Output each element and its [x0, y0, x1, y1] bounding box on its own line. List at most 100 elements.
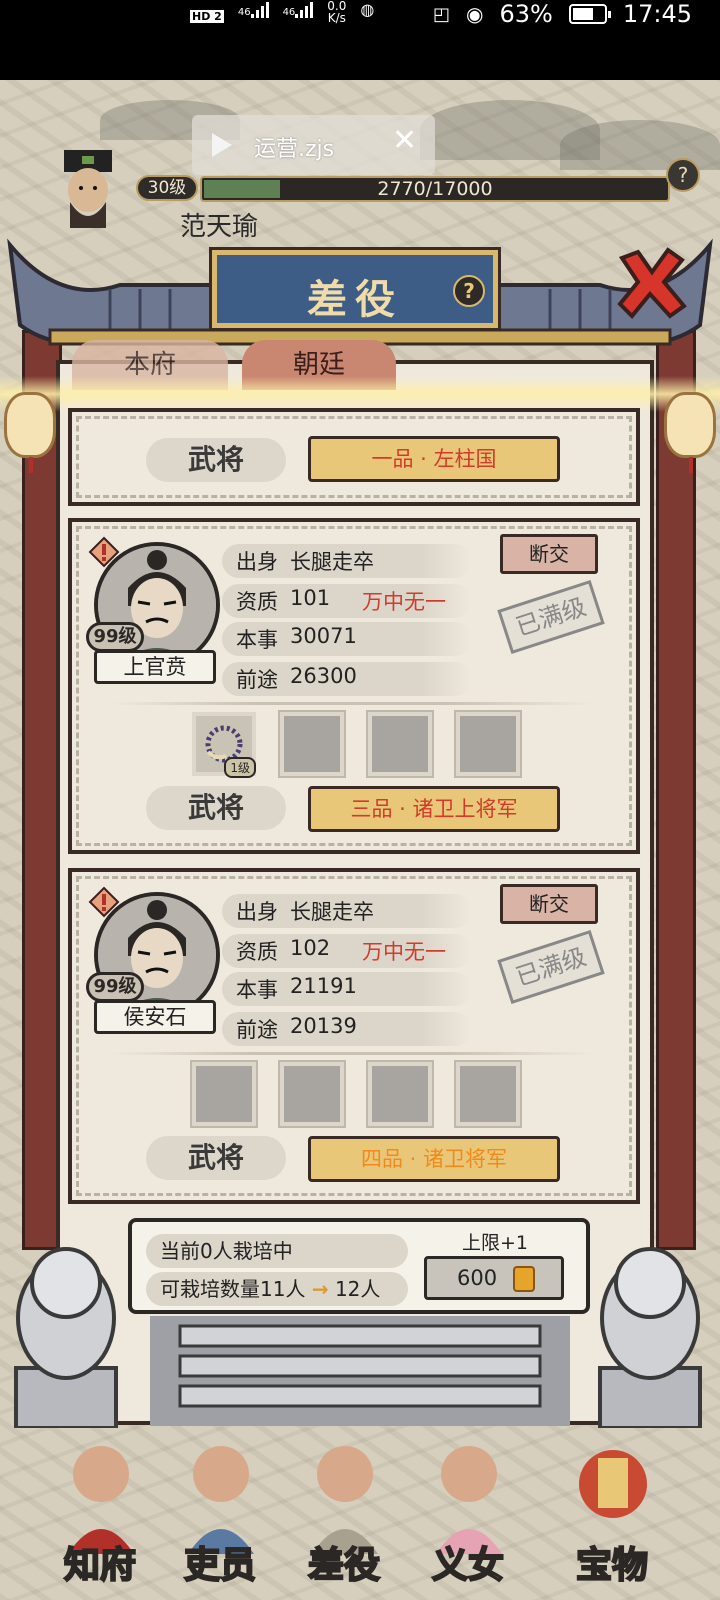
- stat-skill: 本事 21191: [222, 972, 472, 1006]
- game-screen: HD 2 46 46 0.0 K/s ◍ ◰ ◉ 63% 17:45 30级 2…: [0, 0, 720, 1600]
- stat-origin: 出身 长腿走卒: [222, 544, 472, 578]
- bottom-nav: 知府 吏员 差役 义女 宝物: [0, 1420, 720, 1600]
- net-label-2: 46: [282, 7, 296, 18]
- official-name: 侯安石: [94, 1000, 216, 1034]
- rank-button[interactable]: 四品 · 诸卫将军: [308, 1136, 560, 1182]
- warning-icon[interactable]: [88, 536, 120, 568]
- equipment-slot-empty[interactable]: [456, 1062, 520, 1126]
- upgrade-cost: 600: [457, 1266, 498, 1290]
- break-ties-button[interactable]: 断交: [500, 534, 598, 574]
- app-notification-icon: ◍: [360, 0, 375, 19]
- nav-label: 差役: [307, 1543, 381, 1587]
- nav-magistrate[interactable]: 知府: [30, 1420, 170, 1600]
- divider: [112, 1052, 592, 1055]
- talent-tag: 万中无一: [362, 940, 446, 964]
- stat-skill-key: 本事: [236, 628, 278, 652]
- equipment-slot-empty[interactable]: [456, 712, 520, 776]
- nav-treasures[interactable]: 宝物: [542, 1420, 682, 1600]
- equipment-slot-empty[interactable]: [280, 1062, 344, 1126]
- rank-button[interactable]: 一品 · 左柱国: [308, 436, 560, 482]
- divider: [112, 702, 592, 705]
- video-overlay-chip[interactable]: 运营.zjs ✕: [192, 115, 435, 175]
- right-lantern: [664, 392, 716, 473]
- item-level: 1级: [224, 757, 256, 778]
- official-card: 99级 侯安石 出身 长腿走卒 资质 102 万中无一 本事 21191 前途 …: [68, 868, 640, 1204]
- nav-clerks[interactable]: 吏员: [150, 1420, 290, 1600]
- nav-label: 吏员: [183, 1543, 257, 1587]
- player-level: 30级: [136, 175, 198, 201]
- stat-prospect-value: 26300: [290, 664, 357, 688]
- official-card: 99级 上官贲 出身 长腿走卒 资质 101 万中无一 本事 30071 前途 …: [68, 518, 640, 854]
- tab-glow: [0, 376, 720, 412]
- capacity-upgrade-label: 上限+1: [462, 1232, 529, 1254]
- close-panel-icon[interactable]: [614, 246, 688, 320]
- warning-icon[interactable]: [88, 886, 120, 918]
- capacity-next: 12人: [334, 1277, 381, 1301]
- level-badge: 99级: [86, 972, 144, 1002]
- nav-label: 宝物: [575, 1543, 649, 1587]
- stat-talent-key: 资质: [236, 590, 278, 614]
- capacity-upgrade-button[interactable]: 600: [424, 1256, 564, 1300]
- arrow-right-icon: →: [311, 1277, 329, 1301]
- panel-title: 差役: [307, 276, 403, 323]
- equipment-slot-filled[interactable]: 1级: [192, 712, 256, 778]
- break-ties-button[interactable]: 断交: [500, 884, 598, 924]
- stone-lion-left: [14, 1247, 118, 1428]
- equipment-slot-empty[interactable]: [368, 712, 432, 776]
- max-level-stamp: 已满级: [497, 929, 605, 1005]
- xp-text: 2770/17000: [377, 178, 493, 200]
- role-label: 武将: [146, 786, 286, 830]
- battery-percent: 63%: [499, 0, 553, 28]
- nav-adopted-daughter[interactable]: 义女: [398, 1420, 538, 1600]
- stat-skill-value: 21191: [290, 974, 357, 998]
- stat-origin-key: 出身: [236, 550, 278, 574]
- stone-stairs: [150, 1316, 570, 1426]
- stat-skill-value: 30071: [290, 624, 357, 648]
- stat-talent-value: 102: [290, 936, 331, 960]
- panel-help-icon[interactable]: ?: [453, 275, 485, 307]
- level-badge: 99级: [86, 622, 144, 652]
- token-icon: [513, 1266, 535, 1292]
- stat-origin-value: 长腿走卒: [290, 900, 374, 924]
- signal-1-icon: 46: [238, 0, 269, 18]
- left-lantern: [4, 392, 56, 473]
- nav-servants[interactable]: 差役: [274, 1420, 414, 1600]
- stat-talent-key: 资质: [236, 940, 278, 964]
- question-icon[interactable]: ?: [666, 158, 700, 192]
- rank-button[interactable]: 三品 · 诸卫上将军: [308, 786, 560, 832]
- role-label: 武将: [146, 438, 286, 482]
- status-left: HD 2 46 46 0.0 K/s ◍: [190, 0, 374, 24]
- status-right: ◰ ◉ 63% 17:45: [433, 0, 692, 28]
- equipment-slot-empty[interactable]: [192, 1062, 256, 1126]
- stat-origin-value: 长腿走卒: [290, 550, 374, 574]
- stat-prospect: 前途 20139: [222, 1012, 472, 1046]
- stat-skill-key: 本事: [236, 978, 278, 1002]
- stat-prospect-value: 20139: [290, 1014, 357, 1038]
- nav-label: 知府: [63, 1543, 137, 1587]
- stat-prospect: 前途 26300: [222, 662, 472, 696]
- equipment-slot-empty[interactable]: [368, 1062, 432, 1126]
- clock: 17:45: [622, 0, 692, 28]
- stat-talent-value: 101: [290, 586, 331, 610]
- stone-lion-right: [598, 1247, 702, 1428]
- equipment-slot-empty[interactable]: [280, 712, 344, 776]
- video-close-icon[interactable]: ✕: [392, 123, 417, 159]
- play-icon[interactable]: [212, 133, 232, 157]
- net-speed: 0.0 K/s: [327, 0, 346, 24]
- official-name: 上官贲: [94, 650, 216, 684]
- official-card-partial: 武将 一品 · 左柱国: [68, 408, 640, 506]
- eye-comfort-icon: ◉: [466, 2, 484, 26]
- video-label: 运营.zjs: [254, 137, 335, 162]
- net-label-1: 46: [237, 7, 251, 18]
- nav-label: 义女: [431, 1543, 505, 1587]
- current-cultivating: 当前0人栽培中: [146, 1234, 408, 1268]
- stat-origin-key: 出身: [236, 900, 278, 924]
- status-bar: HD 2 46 46 0.0 K/s ◍ ◰ ◉ 63% 17:45: [0, 0, 720, 80]
- capacity-current: 可栽培数量11人: [160, 1277, 306, 1301]
- stat-talent: 资质 102 万中无一: [222, 934, 472, 968]
- stat-origin: 出身 长腿走卒: [222, 894, 472, 928]
- cultivation-info: 当前0人栽培中 可栽培数量11人 → 12人 上限+1 600: [128, 1218, 590, 1314]
- hd-badge: HD 2: [190, 10, 224, 23]
- talent-tag: 万中无一: [362, 590, 446, 614]
- stat-skill: 本事 30071: [222, 622, 472, 656]
